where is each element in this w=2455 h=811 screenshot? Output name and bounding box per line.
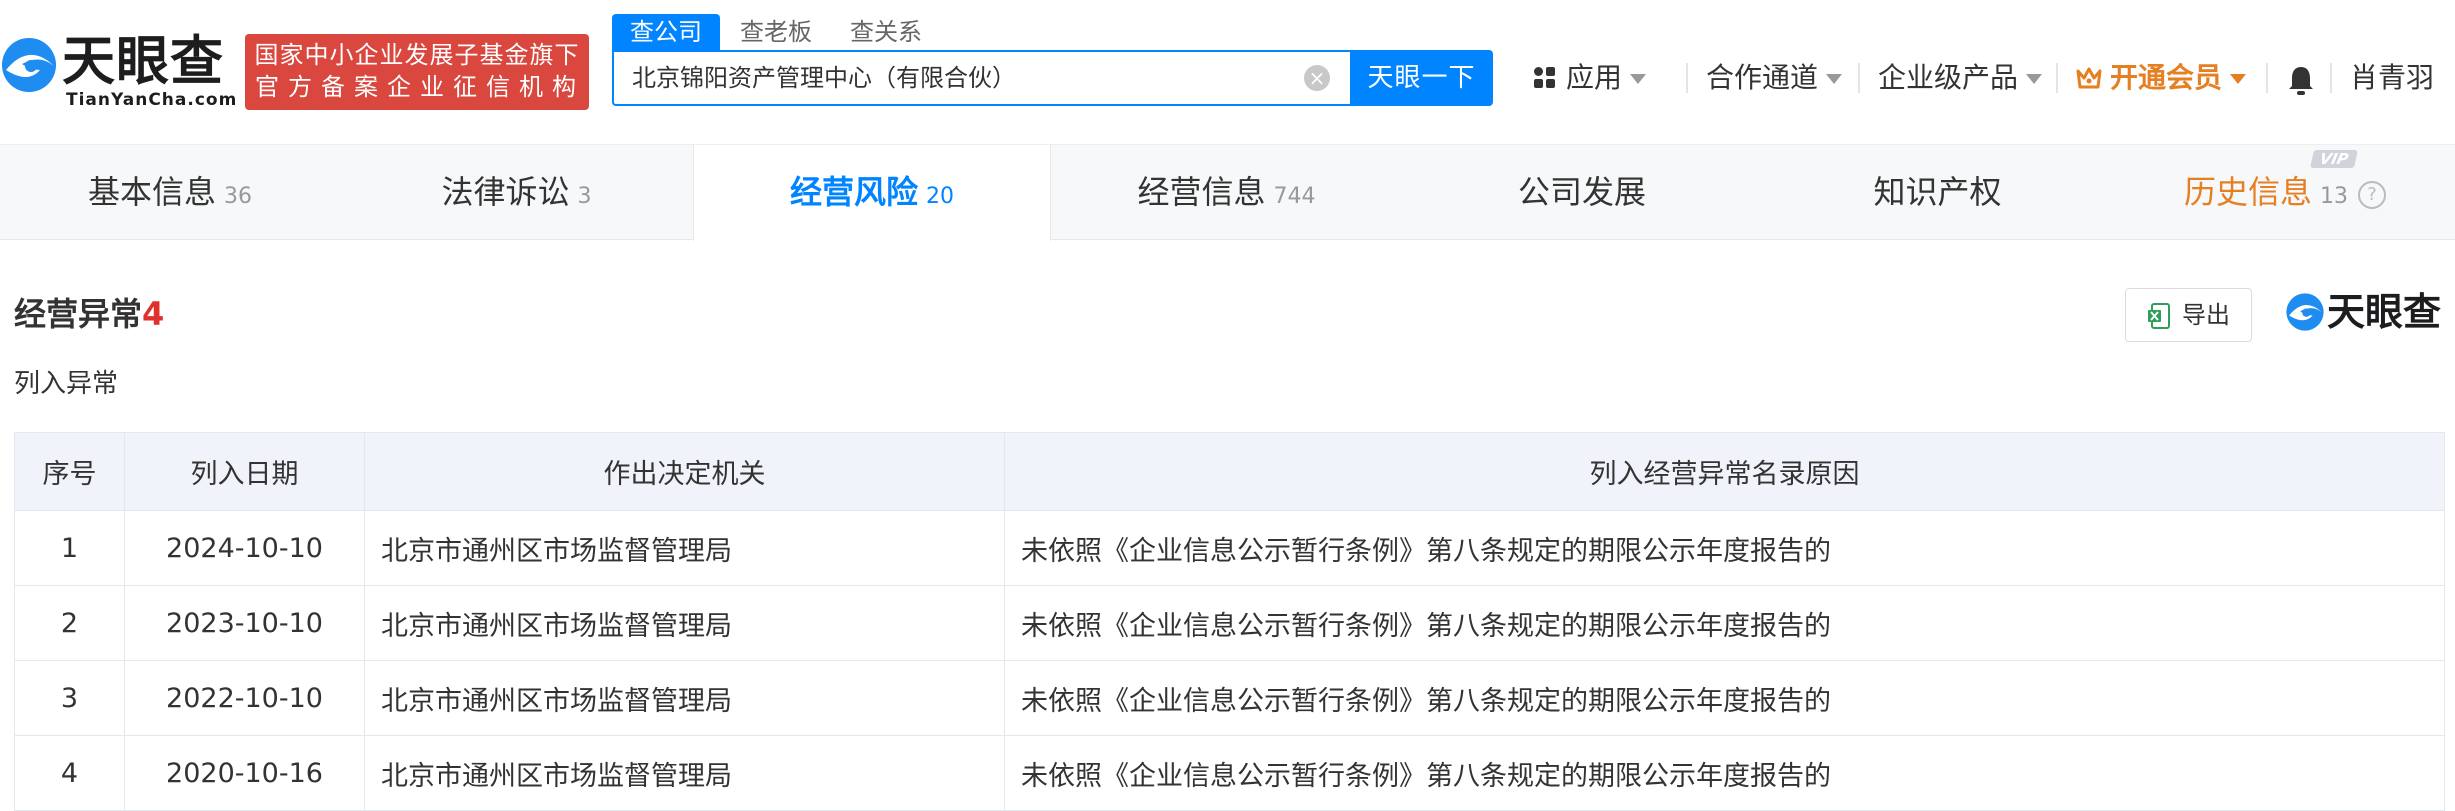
company-section-tabs: 基本信息 36 法律诉讼 3 经营风险 20 经营信息 744 公司发展 知识产权 历史… [0,144,2455,241]
nav-divider [2266,63,2268,93]
nav-partner[interactable]: 合作通道 [1706,58,1843,98]
table-row: 4 2020-10-16 北京市通州区市场监督管理局 未依照《企业信息公示暂行条… [14,735,2445,811]
nav-enterprise-label: 企业级产品 [1878,61,2019,94]
excel-icon [2148,303,2170,329]
tab-basic-info[interactable]: 基本信息 36 [0,145,340,239]
chevron-down-icon [1826,74,1843,84]
badge-line-1: 国家中小企业发展子基金旗下 [254,42,580,69]
col-header-authority: 作出决定机关 [364,432,1005,511]
nav-divider [2056,63,2058,93]
tianyancha-watermark-logo: 天眼查 [2285,288,2455,338]
nav-partner-label: 合作通道 [1706,61,1819,94]
badge-line-2: 官方备案企业征信机构 [255,74,585,101]
row-reason: 未依照《企业信息公示暂行条例》第八条规定的期限公示年度报告的 [1004,510,2445,586]
section-subtitle: 列入异常 [14,369,119,399]
row-reason: 未依照《企业信息公示暂行条例》第八条规定的期限公示年度报告的 [1004,585,2445,661]
nav-divider [1858,63,1860,93]
tianyancha-logo[interactable]: 天眼查 TianYanCha.com [0,30,236,110]
tab-count: 36 [224,184,252,209]
section-title: 经营异常4 [14,292,164,336]
row-authority: 北京市通州区市场监督管理局 [364,660,1005,736]
search-input[interactable]: 北京锦阳资产管理中心（有限合伙） × [612,50,1350,106]
row-authority: 北京市通州区市场监督管理局 [364,510,1005,586]
abnormal-operation-table: 序号 列入日期 作出决定机关 列入经营异常名录原因 1 2024-10-10 北… [14,432,2445,811]
tab-search-boss[interactable]: 查老板 [722,14,830,50]
tab-operation-risk[interactable]: 经营风险 20 [693,145,1051,241]
vip-badge: VIP [2310,150,2358,168]
chevron-down-icon [2026,74,2043,84]
table-row: 3 2022-10-10 北京市通州区市场监督管理局 未依照《企业信息公示暂行条… [14,660,2445,736]
row-date: 2023-10-10 [124,585,365,661]
tab-count: 13 [2320,184,2348,209]
col-header-reason: 列入经营异常名录原因 [1004,432,2445,511]
tab-development[interactable]: 公司发展 [1404,145,1760,239]
help-icon[interactable]: ? [2358,181,2386,209]
tab-label: 基本信息 [87,173,216,211]
export-button[interactable]: 导出 [2125,288,2252,342]
section-title-text: 经营异常 [14,295,143,333]
export-label: 导出 [2182,301,2230,329]
row-authority: 北京市通州区市场监督管理局 [364,735,1005,811]
tab-litigation[interactable]: 法律诉讼 3 [340,145,693,239]
crown-icon [2076,67,2102,89]
logo-text: 天眼查 [62,31,224,92]
nav-divider [2330,63,2332,93]
row-date: 2022-10-10 [124,660,365,736]
nav-apps[interactable]: 应用 [1534,58,1647,98]
nav-apps-label: 应用 [1566,61,1623,94]
section-count: 4 [142,295,165,333]
row-reason: 未依照《企业信息公示暂行条例》第八条规定的期限公示年度报告的 [1004,735,2445,811]
tab-history[interactable]: 历史信息 13? [2115,145,2455,239]
col-header-date: 列入日期 [124,432,365,511]
logo-eye-icon [2,38,56,92]
apps-icon [1534,67,1556,89]
logo-eye-icon [2286,293,2324,331]
tab-label: 公司发展 [1517,173,1646,211]
row-authority: 北京市通州区市场监督管理局 [364,585,1005,661]
tab-search-relation[interactable]: 查关系 [832,14,940,50]
watermark-logo-text: 天眼查 [2327,290,2442,334]
row-reason: 未依照《企业信息公示暂行条例》第八条规定的期限公示年度报告的 [1004,660,2445,736]
search-button[interactable]: 天眼一下 [1350,50,1493,106]
tab-label: 经营风险 [789,173,918,211]
nav-user[interactable]: 肖青羽 [2350,58,2434,98]
user-name: 肖青羽 [2350,61,2435,94]
tab-operation-info[interactable]: 经营信息 744 [1049,145,1404,239]
tab-count: 3 [577,184,592,209]
top-header: 天眼查 TianYanCha.com 国家中小企业发展子基金旗下 官方备案企业征… [0,0,2455,144]
tab-search-company[interactable]: 查公司 [612,14,720,50]
table-header-row: 序号 列入日期 作出决定机关 列入经营异常名录原因 [14,432,2445,511]
tab-label: 知识产权 [1873,173,2002,211]
search-input-value[interactable]: 北京锦阳资产管理中心（有限合伙） [632,52,1016,104]
table-row: 1 2024-10-10 北京市通州区市场监督管理局 未依照《企业信息公示暂行条… [14,510,2445,586]
logo-domain: TianYanCha.com [66,90,238,110]
tab-label: 历史信息 [2183,173,2312,211]
row-index: 2 [14,585,125,661]
tab-label: 经营信息 [1137,173,1266,211]
official-badge: 国家中小企业发展子基金旗下 官方备案企业征信机构 [245,34,589,110]
row-index: 1 [14,510,125,586]
clear-icon[interactable]: × [1304,65,1330,91]
tab-label: 法律诉讼 [441,173,570,211]
row-date: 2020-10-16 [124,735,365,811]
col-header-index: 序号 [14,432,125,511]
chevron-down-icon [2230,74,2247,84]
row-date: 2024-10-10 [124,510,365,586]
table-row: 2 2023-10-10 北京市通州区市场监督管理局 未依照《企业信息公示暂行条… [14,585,2445,661]
nav-enterprise[interactable]: 企业级产品 [1878,58,2043,98]
row-index: 4 [14,735,125,811]
chevron-down-icon [1630,74,1647,84]
bell-icon[interactable] [2286,64,2316,96]
tab-ip[interactable]: 知识产权 [1760,145,2115,239]
nav-vip[interactable]: 开通会员 [2076,58,2247,98]
nav-divider [1686,63,1688,93]
nav-vip-label: 开通会员 [2110,61,2223,94]
row-index: 3 [14,660,125,736]
tab-count: 20 [926,184,954,209]
tab-count: 744 [1273,184,1316,209]
